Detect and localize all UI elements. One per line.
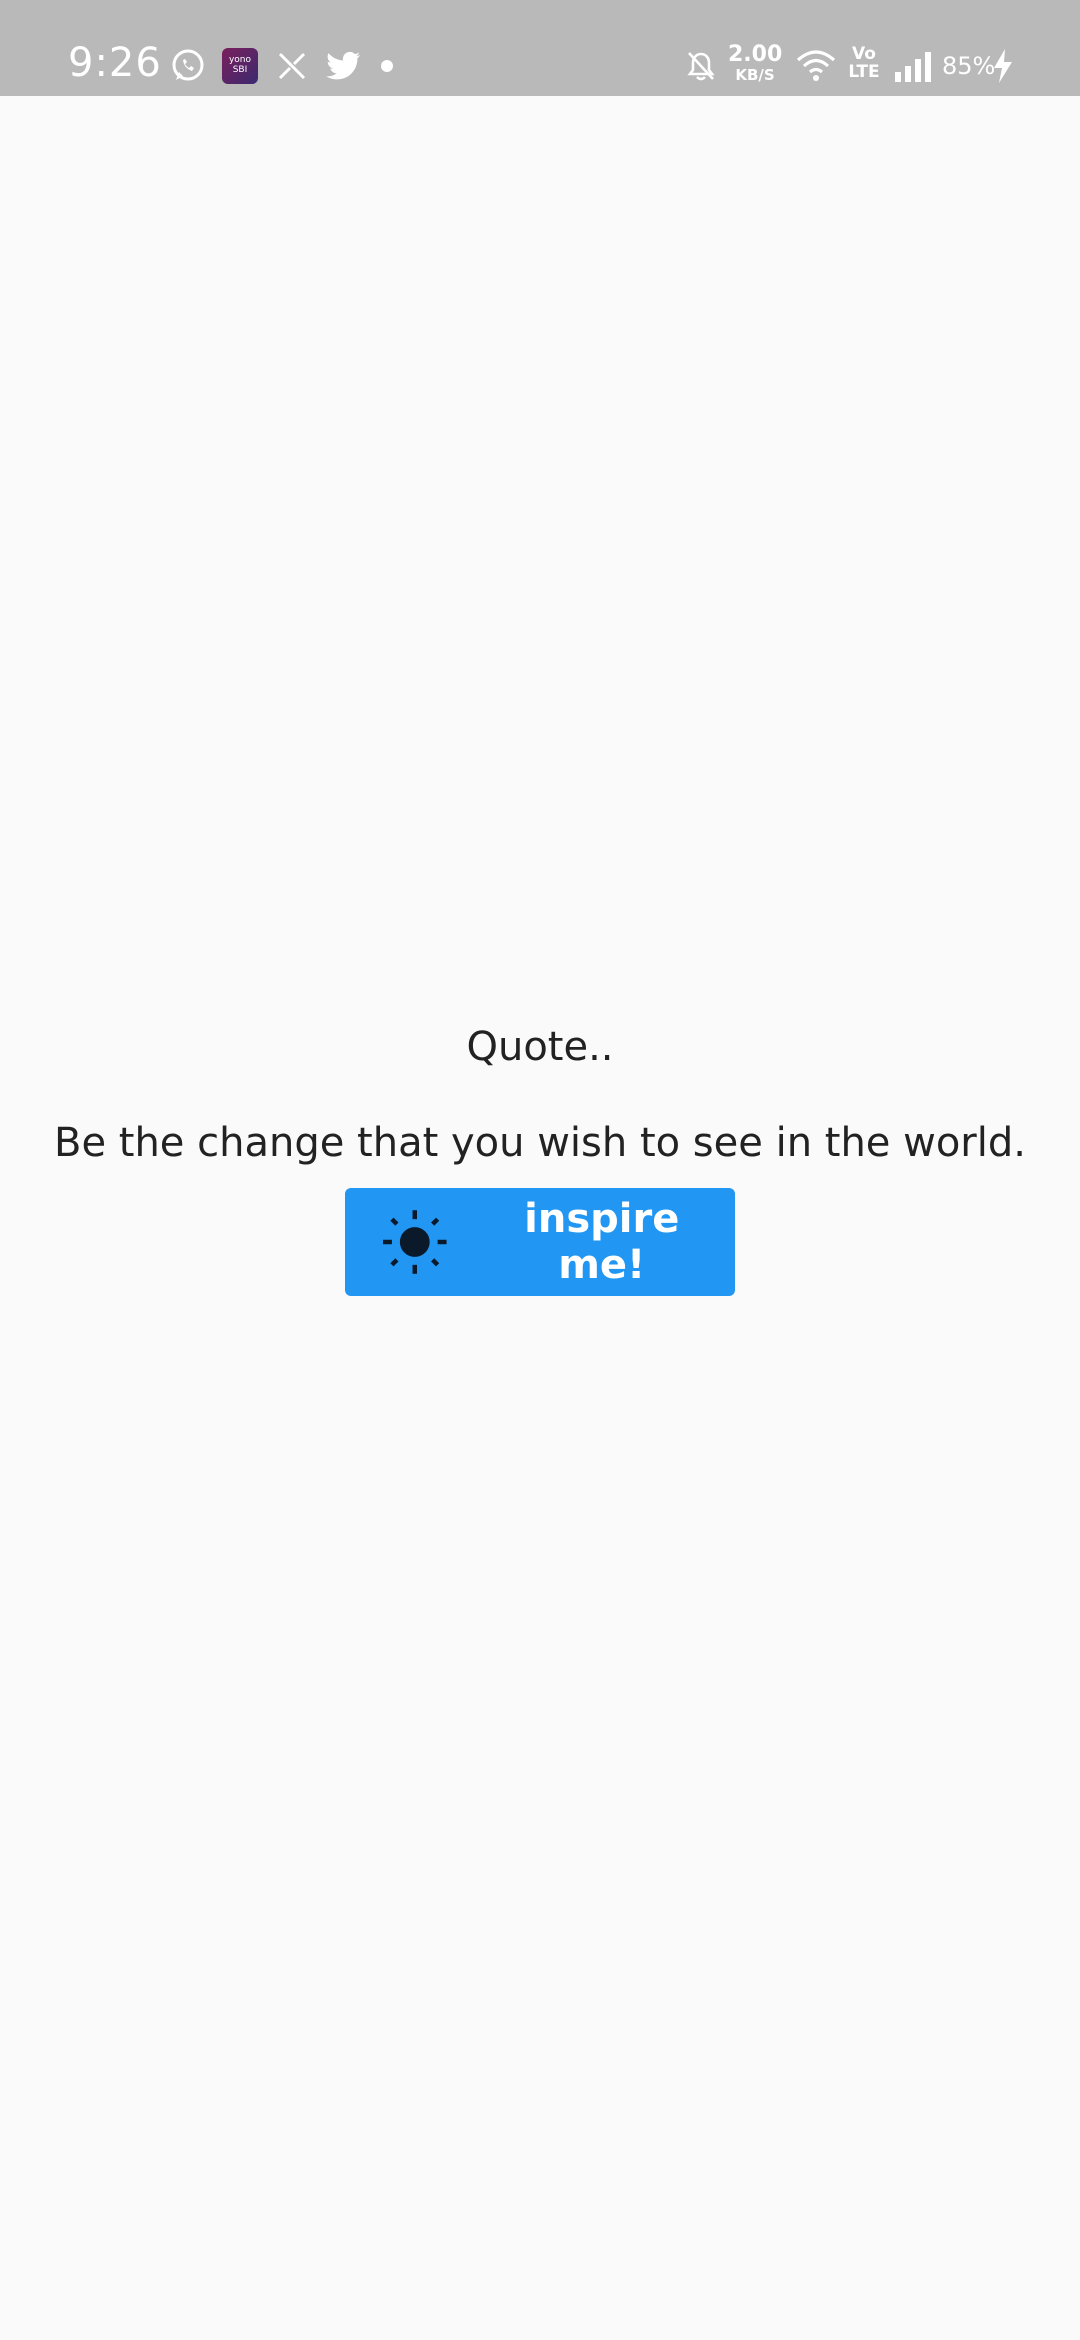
network-speed-unit: KB/S — [735, 66, 775, 84]
x-app-icon — [278, 52, 306, 80]
signal-icon — [895, 52, 931, 82]
network-speed-value: 2.00 — [728, 42, 783, 67]
yono-sbi-label: yono SBI — [228, 55, 252, 75]
yono-sbi-icon: yono SBI — [222, 48, 258, 84]
twitter-icon — [326, 51, 360, 80]
status-bar: 9:26 yono SBI 2.00 KB/S Vo LTE 85% — [0, 0, 1080, 96]
bell-off-icon — [687, 52, 715, 81]
status-time: 9:26 — [68, 40, 162, 86]
charging-icon — [994, 49, 1012, 83]
whatsapp-icon — [172, 49, 204, 81]
quote-title: Quote.. — [466, 1024, 614, 1070]
sun-icon — [382, 1210, 447, 1274]
quote-text: Be the change that you wish to see in th… — [54, 1120, 1026, 1166]
volte-top: Vo — [852, 44, 876, 64]
volte-indicator: Vo LTE — [846, 46, 882, 81]
battery-percentage: 85% — [942, 52, 996, 80]
inspire-me-button[interactable]: inspire me! — [345, 1188, 735, 1296]
network-speed: 2.00 KB/S — [728, 44, 782, 83]
wifi-icon — [796, 50, 836, 81]
volte-bottom: LTE — [848, 62, 880, 82]
notification-dot-icon — [381, 60, 393, 72]
inspire-me-label: inspire me! — [524, 1196, 680, 1288]
